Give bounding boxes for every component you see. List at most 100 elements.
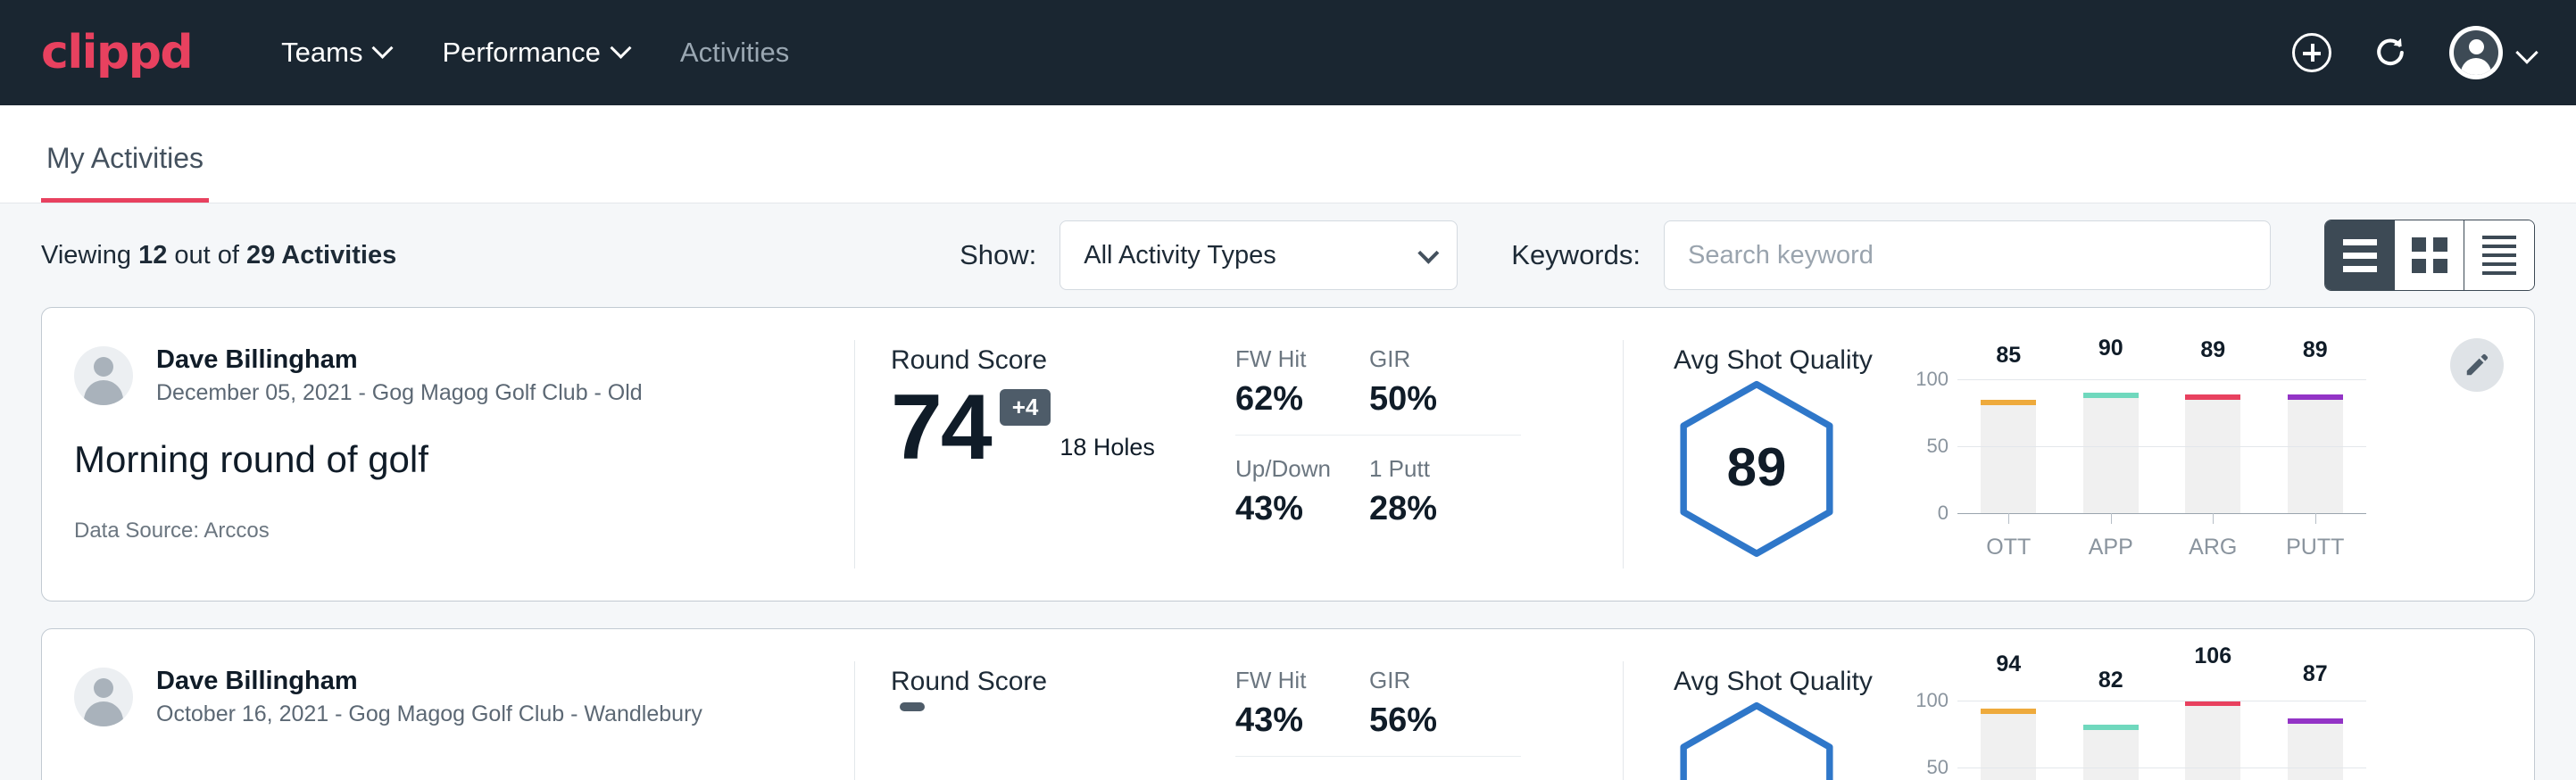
chart-bar-value-label: 90 [2098, 336, 2123, 361]
round-score-label: Round Score [891, 345, 1212, 376]
score-to-par-badge [900, 702, 925, 711]
activity-data-source: Data Source: Arccos [74, 519, 813, 544]
chart-x-tick-label: PUTT [2264, 535, 2367, 560]
chart-bar-cap [2185, 394, 2240, 400]
round-stats-column: FW Hit 62% GIR 50% Up/Down 43% 1 Putt 28… [1212, 308, 1623, 601]
chart-bar-cap [2288, 718, 2343, 724]
stat-gir: GIR 56% [1369, 667, 1521, 757]
stat-1-putt: 1 Putt 28% [1369, 455, 1521, 544]
tab-my-activities[interactable]: My Activities [41, 142, 209, 203]
chart-x-tick-cell: PUTT [2264, 513, 2367, 560]
search-placeholder: Search keyword [1688, 241, 1874, 270]
view-mode-detail-button[interactable] [2464, 220, 2534, 290]
shot-quality-bar-chart: 050100 948210687 OTTAPPARGPUTT [1902, 701, 2366, 780]
author-name: Dave Billingham [156, 667, 702, 696]
viewing-count: 12 [138, 241, 167, 270]
chart-bar-value-label: 106 [2194, 643, 2231, 669]
plus-circle-icon[interactable] [2292, 33, 2331, 72]
chart-bar-cap [1981, 400, 2036, 405]
chart-x-axis: OTTAPPARGPUTT [1957, 513, 2366, 560]
chart-x-tick-label: OTT [1957, 535, 2060, 560]
stat-label: GIR [1369, 345, 1521, 373]
activity-meta: October 16, 2021 - Gog Magog Golf Club -… [156, 701, 702, 727]
stat-value: 56% [1369, 701, 1521, 740]
chart-bar-value-label: 89 [2303, 337, 2328, 363]
score-to-par-badge: +4 [1000, 389, 1051, 426]
stat-value: 50% [1369, 380, 1521, 419]
round-score-column: Round Score [855, 629, 1212, 780]
activity-card[interactable]: Dave Billingham October 16, 2021 - Gog M… [41, 628, 2535, 780]
chevron-down-icon [372, 37, 394, 58]
stat-gir: GIR 50% [1369, 345, 1521, 436]
chart-bar [2083, 393, 2139, 513]
round-score-row [891, 702, 1212, 759]
chart-plot-area: 948210687 [1957, 701, 2366, 780]
chart-bar [2288, 718, 2343, 780]
nav-right-actions [2292, 26, 2535, 79]
activity-info-column: Dave Billingham October 16, 2021 - Gog M… [42, 629, 854, 780]
chart-bar [2083, 725, 2139, 780]
activity-title: Morning round of golf [74, 438, 813, 481]
account-avatar[interactable] [2449, 26, 2503, 79]
activity-card-list: Dave Billingham December 05, 2021 - Gog … [0, 307, 2576, 780]
stat-fw-hit: FW Hit 43% [1235, 667, 1369, 757]
chart-bar-cap [1981, 709, 2036, 714]
tab-bar: My Activities [0, 105, 2576, 203]
stat-value: 43% [1235, 490, 1369, 528]
chart-y-axis: 050100 [1902, 701, 1949, 780]
stat-label: Up/Down [1235, 455, 1369, 483]
round-score-column: Round Score 74 +4 18 Holes [855, 308, 1212, 601]
filter-toolbar: Viewing 12 out of 29 Activities Show: Al… [0, 203, 2576, 307]
account-chevron-down-icon[interactable] [2515, 41, 2538, 63]
chart-bar [1981, 400, 2036, 514]
chart-bar-cap [2083, 393, 2139, 398]
chart-bar-cap [2288, 394, 2343, 400]
chart-bar-value-label: 85 [1996, 343, 2021, 369]
edit-activity-button[interactable] [2450, 338, 2504, 392]
nav-item-teams[interactable]: Teams [281, 37, 390, 69]
activity-info-column: Dave Billingham December 05, 2021 - Gog … [42, 308, 854, 601]
pencil-icon [2464, 352, 2490, 378]
avg-shot-quality-value: 89 [1674, 379, 1840, 554]
chart-x-tick-cell: ARG [2162, 513, 2264, 560]
clippd-logo[interactable]: clippd [41, 26, 192, 79]
author-name: Dave Billingham [156, 345, 643, 375]
keywords-label: Keywords: [1511, 239, 1641, 271]
nav-item-teams-label: Teams [281, 37, 362, 69]
view-mode-list-button[interactable] [2325, 220, 2395, 290]
avg-shot-quality-hexagon [1674, 701, 1840, 780]
activity-meta: December 05, 2021 - Gog Magog Golf Club … [156, 380, 643, 406]
refresh-icon[interactable] [2371, 33, 2410, 72]
show-label: Show: [960, 239, 1036, 271]
round-score-value: 74 [891, 381, 991, 474]
avg-shot-quality-body: 050100 948210687 OTTAPPARGPUTT [1674, 701, 2534, 780]
stat-value: 28% [1369, 490, 1521, 528]
grid-view-icon [2412, 237, 2447, 273]
avg-shot-quality-body: 89 050100 85908989 OTTAPPARGPUTT [1674, 379, 2534, 554]
view-mode-grid-button[interactable] [2395, 220, 2464, 290]
chart-y-tick: 50 [1927, 435, 1949, 458]
round-score-label: Round Score [891, 667, 1212, 697]
avatar [74, 346, 133, 405]
chart-bar [2288, 394, 2343, 514]
stat-label: GIR [1369, 667, 1521, 694]
chart-bar-value-label: 89 [2200, 337, 2225, 363]
viewing-prefix: Viewing [41, 241, 138, 270]
chart-x-tick-label: APP [2060, 535, 2163, 560]
nav-item-activities[interactable]: Activities [680, 37, 789, 69]
avg-shot-quality-column: Avg Shot Quality 89 050100 85908989 OTTA… [1624, 308, 2534, 601]
activity-card[interactable]: Dave Billingham December 05, 2021 - Gog … [41, 307, 2535, 602]
chart-gridline [1957, 446, 2366, 447]
nav-item-performance[interactable]: Performance [442, 37, 627, 69]
stat-label: 1 Putt [1369, 455, 1521, 483]
stat-value: 43% [1235, 701, 1369, 740]
chart-y-axis: 050100 [1902, 379, 1949, 513]
shot-quality-bar-chart: 050100 85908989 OTTAPPARGPUTT [1902, 379, 2366, 554]
chart-bar-value-label: 87 [2303, 661, 2328, 687]
detail-view-icon [2482, 236, 2516, 275]
search-input[interactable]: Search keyword [1664, 220, 2271, 290]
activity-type-select[interactable]: All Activity Types [1059, 220, 1458, 290]
holes-played: 18 Holes [1059, 434, 1155, 461]
chart-bar [2185, 394, 2240, 514]
avatar [74, 668, 133, 726]
